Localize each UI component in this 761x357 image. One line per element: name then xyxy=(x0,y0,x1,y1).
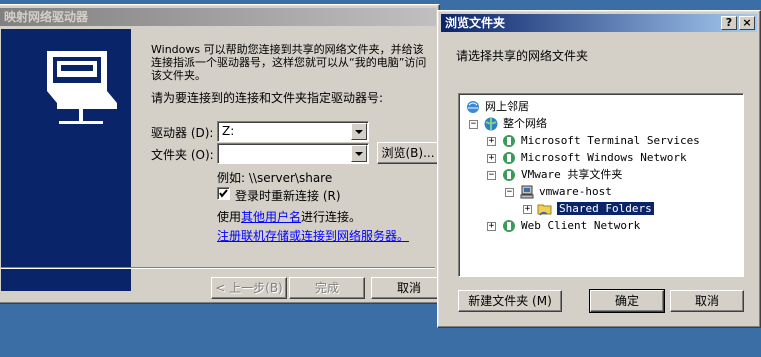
expand-icon[interactable]: + xyxy=(487,154,496,163)
expand-icon[interactable]: + xyxy=(487,222,496,231)
tree-item-label: Shared Folders xyxy=(557,202,654,215)
finish-button[interactable]: 完成 xyxy=(289,277,365,299)
folder-dropdown-arrow-icon[interactable] xyxy=(351,145,367,162)
tree-item-label: Web Client Network xyxy=(521,219,641,232)
tree-item-vmware-shared[interactable]: VMware 共享文件夹 xyxy=(521,167,622,183)
tree-item-label: Microsoft Terminal Services xyxy=(521,134,700,147)
other-user-suffix: 进行连接。 xyxy=(301,210,362,224)
example-text: 例如: \\server\share xyxy=(217,171,333,185)
tree-item-label: VMware 共享文件夹 xyxy=(521,168,623,181)
help-button[interactable]: ? xyxy=(721,16,737,30)
wizard-description: Windows 可以帮助您连接到共享的网络文件夹，并给该连接指派一个驱动器号，这… xyxy=(151,43,427,82)
wizard-cancel-button[interactable]: 取消 xyxy=(371,277,447,299)
online-storage-link[interactable]: 注册联机存储或连接到网络服务器。 xyxy=(217,227,409,244)
new-folder-button[interactable]: 新建文件夹 (M) xyxy=(458,290,562,312)
folder-label: 文件夹 (O): xyxy=(151,148,214,162)
network-provider-icon xyxy=(503,152,515,164)
browse-instruction: 请选择共享的网络文件夹 xyxy=(456,49,589,63)
tree-item-vmware-host[interactable]: vmware-host xyxy=(539,184,612,200)
map-drive-window: 映射网络驱动器 Windows 可以帮助您连接到共享的网络文件夹，并给该连接指派… xyxy=(0,4,447,304)
browse-cancel-button[interactable]: 取消 xyxy=(670,290,744,312)
browse-title: 浏览文件夹 ? × xyxy=(441,14,757,32)
entire-network-icon xyxy=(484,117,498,131)
tree-item-label: 网上邻居 xyxy=(485,100,529,113)
tree-item-web-client[interactable]: Web Client Network xyxy=(521,218,640,234)
tree-item-windows-network[interactable]: Microsoft Windows Network xyxy=(521,150,687,166)
drive-value: Z: xyxy=(222,124,235,138)
tree-item-label: 整个网络 xyxy=(503,117,547,130)
browse-title-text: 浏览文件夹 xyxy=(445,16,506,30)
tree-item-shared-folders[interactable]: Shared Folders xyxy=(557,201,654,217)
computer-icon xyxy=(520,185,534,199)
network-drive-icon xyxy=(47,51,117,124)
close-button[interactable]: × xyxy=(739,16,755,30)
other-user-prefix: 使用 xyxy=(217,210,242,224)
tree-item-label: vmware-host xyxy=(539,185,612,198)
network-neighborhood-icon xyxy=(467,101,479,113)
ok-button[interactable]: 确定 xyxy=(589,289,665,313)
expand-icon[interactable]: + xyxy=(523,205,532,214)
network-provider-icon xyxy=(503,169,515,181)
drive-dropdown-arrow-icon[interactable] xyxy=(351,123,367,140)
drive-select[interactable]: Z: xyxy=(217,121,369,142)
network-provider-icon xyxy=(503,135,515,147)
folder-tree[interactable]: 网上邻居 − 整个网络 + Microsoft Terminal Service… xyxy=(458,93,744,277)
map-drive-title: 映射网络驱动器 xyxy=(0,8,436,26)
tree-item-network-neighborhood[interactable]: 网上邻居 xyxy=(485,99,529,115)
wizard-prompt: 请为要连接到的连接和文件夹指定驱动器号: xyxy=(151,91,384,105)
folder-select[interactable] xyxy=(217,143,369,164)
wizard-separator xyxy=(1,267,435,269)
other-user-link[interactable]: 其他用户名 xyxy=(241,210,301,224)
back-button[interactable]: < 上一步(B) xyxy=(211,277,287,299)
other-user-line: 使用其他用户名进行连接。 xyxy=(217,208,361,225)
collapse-icon[interactable]: − xyxy=(469,120,478,129)
checkmark-icon xyxy=(219,189,228,198)
collapse-icon[interactable]: − xyxy=(487,171,496,180)
expand-icon[interactable]: + xyxy=(487,137,496,146)
browse-button[interactable]: 浏览(B)... xyxy=(377,142,439,164)
browse-folder-dialog: 浏览文件夹 ? × 请选择共享的网络文件夹 网上邻居 − 整个网络 + Micr… xyxy=(437,10,761,328)
tree-item-entire-network[interactable]: 整个网络 xyxy=(503,116,547,132)
collapse-icon[interactable]: − xyxy=(505,188,514,197)
drive-label: 驱动器 (D): xyxy=(151,126,214,140)
tree-item-terminal-services[interactable]: Microsoft Terminal Services xyxy=(521,133,700,149)
network-provider-icon xyxy=(503,220,515,232)
tree-item-label: Microsoft Windows Network xyxy=(521,151,687,164)
wizard-graphic xyxy=(1,29,131,291)
reconnect-checkbox[interactable] xyxy=(217,187,230,200)
shared-folder-icon xyxy=(537,204,552,216)
reconnect-label: 登录时重新连接 (R) xyxy=(235,189,341,203)
